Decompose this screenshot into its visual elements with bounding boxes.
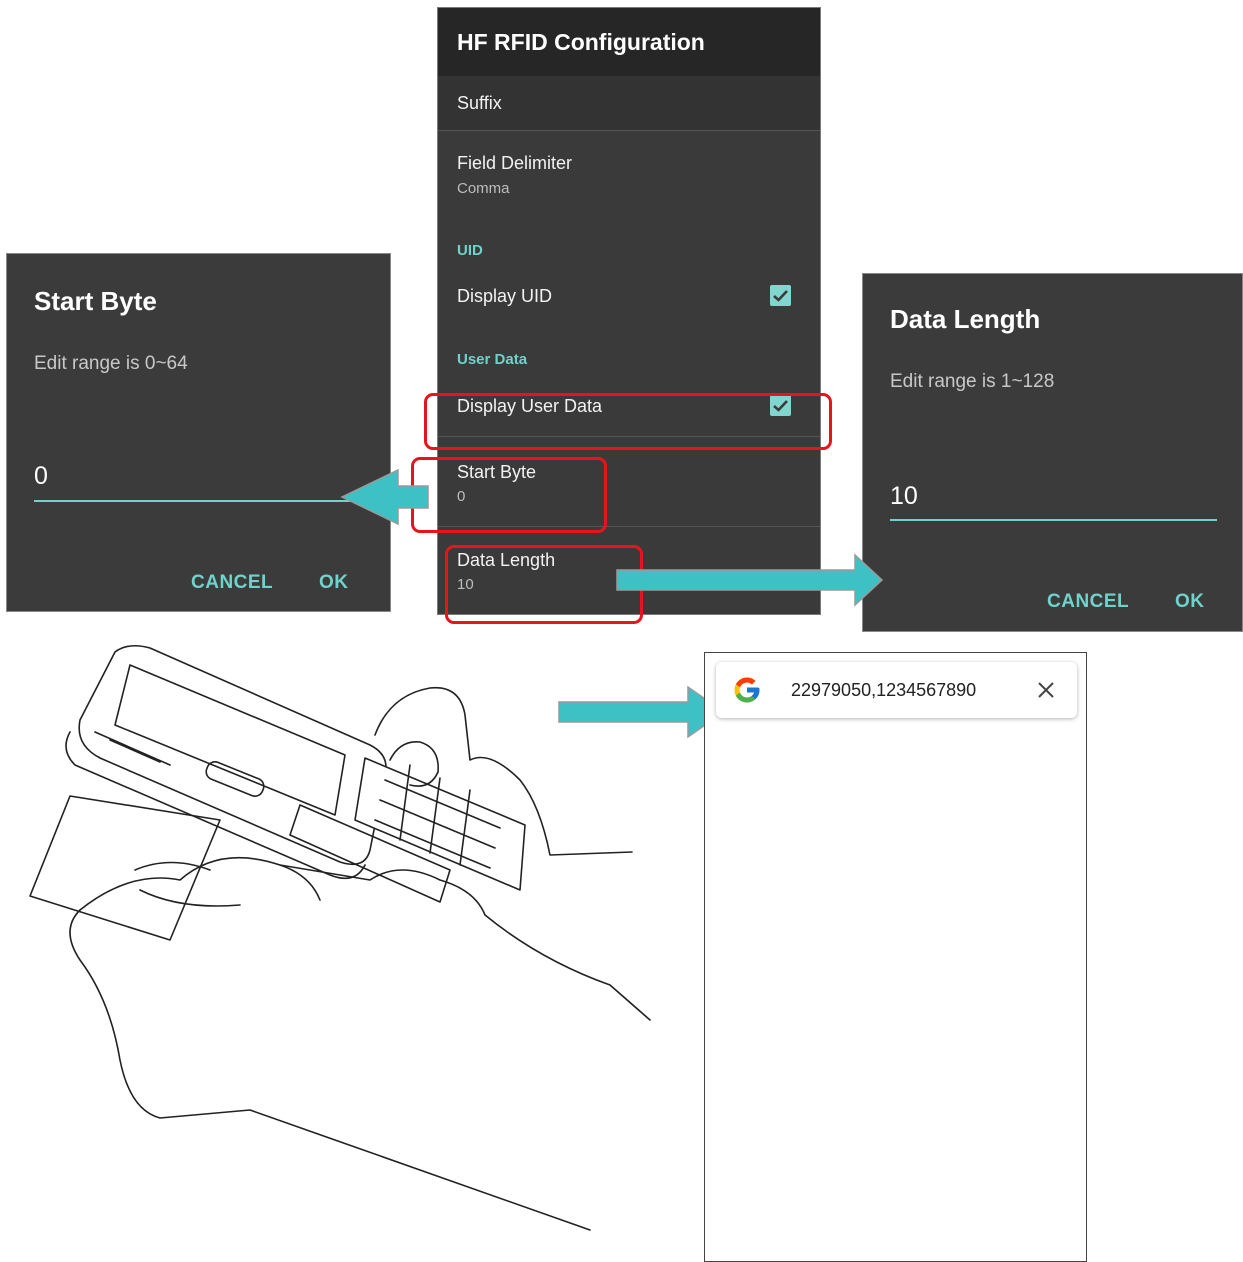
field-delimiter-title: Field Delimiter	[457, 153, 573, 173]
cancel-button[interactable]: CANCEL	[1047, 591, 1129, 613]
field-delimiter-value: Comma	[457, 180, 510, 197]
data-length-input[interactable]: 10	[890, 482, 1217, 521]
close-icon[interactable]	[1037, 681, 1055, 699]
google-icon	[734, 677, 760, 703]
uid-category-header: UID	[457, 242, 483, 259]
start-byte-highlight	[411, 457, 607, 533]
dialog-message: Edit range is 0~64	[34, 353, 188, 374]
dialog-title: Data Length	[890, 304, 1041, 334]
start-byte-input[interactable]: 0	[34, 462, 350, 502]
search-bar[interactable]: 22979050,1234567890	[716, 662, 1077, 718]
search-result-text: 22979050,1234567890	[791, 680, 977, 700]
ok-button[interactable]: OK	[319, 572, 349, 594]
cancel-button[interactable]: CANCEL	[191, 572, 273, 594]
data-length-highlight	[445, 545, 643, 624]
dialog-title: Start Byte	[34, 286, 157, 316]
ok-button[interactable]: OK	[1175, 591, 1205, 613]
display-user-data-highlight	[424, 393, 832, 450]
start-byte-input-value: 0	[34, 462, 48, 490]
data-length-input-value: 10	[890, 482, 918, 510]
scanner-illustration	[29, 644, 651, 1231]
display-uid-title: Display UID	[457, 286, 553, 306]
user-data-category-header: User Data	[457, 351, 528, 368]
display-uid-checkbox[interactable]	[770, 285, 791, 306]
suffix-label: Suffix	[457, 93, 502, 113]
suffix-row[interactable]: Suffix	[438, 76, 820, 130]
app-bar-title: HF RFID Configuration	[438, 8, 820, 76]
dialog-message: Edit range is 1~128	[890, 371, 1055, 392]
data-length-dialog: Data Length Edit range is 1~128 10 CANCE…	[862, 273, 1243, 632]
search-result-panel: 22979050,1234567890	[704, 652, 1087, 1262]
start-byte-dialog: Start Byte Edit range is 0~64 0 CANCEL O…	[6, 253, 391, 612]
field-delimiter-pref[interactable]: Field Delimiter Comma	[438, 131, 820, 211]
display-uid-pref[interactable]: Display UID	[438, 270, 820, 330]
